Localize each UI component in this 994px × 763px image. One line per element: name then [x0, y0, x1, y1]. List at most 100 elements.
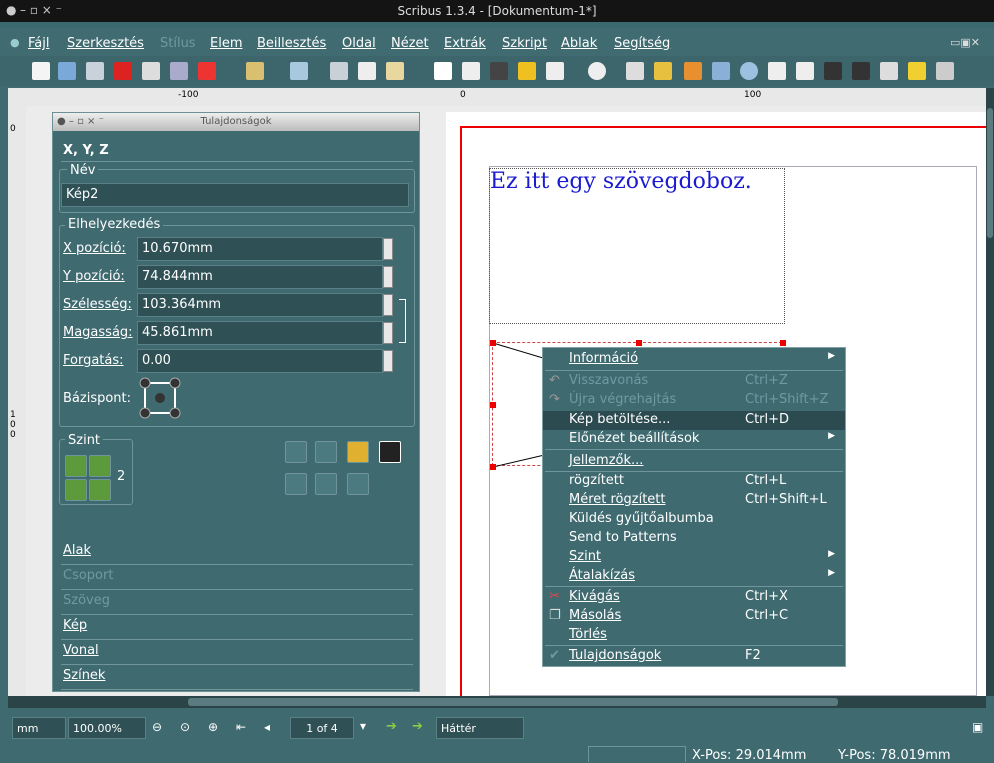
menu-insert[interactable]: Beillesztés — [257, 36, 326, 51]
menu-item[interactable]: Elem — [210, 36, 243, 51]
flip-vertical-icon[interactable] — [315, 473, 337, 495]
menu-item-cut[interactable]: ✂ Kivágás Ctrl+X — [543, 588, 845, 607]
menu-windows[interactable]: Ablak — [561, 36, 597, 51]
menu-item-preview-settings[interactable]: Előnézet beállítások ▶ — [543, 430, 845, 449]
page-select[interactable]: 1 of 4 — [290, 717, 354, 739]
properties-titlebar[interactable]: ● – ▫ × ⁻ Tulajdonságok — [53, 113, 419, 131]
close-document-icon[interactable] — [114, 62, 132, 80]
y-position-input[interactable]: 74.844mm — [137, 265, 383, 289]
zoom-out-icon[interactable]: ⊖ — [152, 720, 162, 734]
pdf-export-icon[interactable] — [198, 62, 216, 80]
cut-icon[interactable] — [330, 62, 348, 80]
menu-edit[interactable]: Szerkesztés — [67, 36, 144, 51]
scroll-thumb[interactable] — [188, 698, 838, 706]
vertical-scrollbar[interactable] — [986, 88, 994, 696]
image-frame-icon[interactable] — [490, 62, 508, 80]
eyedropper-icon[interactable] — [908, 62, 926, 80]
rotate-icon[interactable] — [712, 62, 730, 80]
section-group[interactable]: Csoport — [61, 564, 413, 590]
copy-properties-icon[interactable] — [880, 62, 898, 80]
resize-handle[interactable] — [780, 340, 786, 346]
zoom-icon[interactable] — [740, 62, 758, 80]
height-spinner[interactable] — [383, 322, 393, 344]
menu-item-send-to-patterns[interactable]: Send to Patterns — [543, 529, 845, 548]
layer-select[interactable]: Háttér — [436, 717, 524, 739]
resize-handle[interactable] — [636, 340, 642, 346]
menu-page[interactable]: Oldal — [342, 36, 376, 51]
vertical-ruler[interactable]: 0 100 — [8, 106, 27, 696]
menu-item-copy[interactable]: ❐ Másolás Ctrl+C — [543, 607, 845, 626]
menu-help[interactable]: Segítség — [614, 36, 670, 51]
flip-icon[interactable] — [285, 441, 307, 463]
horizontal-ruler[interactable]: -100 0 100 — [8, 88, 986, 107]
next-page-icon[interactable]: ➔ — [386, 719, 397, 734]
link-size-icon[interactable] — [399, 299, 406, 343]
unlink-frames-icon[interactable] — [824, 62, 842, 80]
menu-extras[interactable]: Extrák — [444, 36, 486, 51]
menu-view[interactable]: Nézet — [391, 36, 429, 51]
width-spinner[interactable] — [383, 294, 393, 316]
polygon-icon[interactable] — [588, 62, 606, 80]
paste-icon[interactable] — [386, 62, 404, 80]
menu-item-redo[interactable]: ↷ Újra végrehajtás Ctrl+Shift+Z — [543, 391, 845, 410]
last-page-icon[interactable]: ➔ — [412, 719, 423, 734]
save-icon[interactable] — [86, 62, 104, 80]
resize-handle[interactable] — [490, 340, 496, 346]
new-document-icon[interactable] — [32, 62, 50, 80]
section-line[interactable]: Vonal — [61, 639, 413, 665]
lower-level-icon[interactable] — [65, 479, 87, 501]
edit-content-icon[interactable] — [768, 62, 786, 80]
menu-item-attributes[interactable]: Jellemzők... — [543, 452, 845, 471]
section-image[interactable]: Kép — [61, 614, 413, 640]
line-icon[interactable] — [626, 62, 644, 80]
menu-script[interactable]: Szkript — [502, 36, 547, 51]
name-field[interactable]: Kép2 — [61, 183, 409, 207]
menu-item-send-to-scrapbook[interactable]: Küldés gyűjtőalbumba — [543, 510, 845, 529]
unit-select[interactable]: mm — [12, 717, 66, 739]
previous-page-icon[interactable]: ◂ — [264, 720, 270, 734]
pen-icon[interactable] — [936, 62, 954, 80]
resize-handle[interactable] — [490, 464, 496, 470]
section-shape[interactable]: Alak — [61, 539, 413, 565]
menu-file[interactable]: Fájl — [28, 36, 49, 51]
resize-handle[interactable] — [490, 402, 496, 408]
scroll-thumb[interactable] — [987, 108, 993, 238]
text-frame-icon[interactable] — [462, 62, 480, 80]
shape-icon[interactable] — [546, 62, 564, 80]
menu-item-undo[interactable]: ↶ Visszavonás Ctrl+Z — [543, 372, 845, 391]
xyz-header[interactable]: X, Y, Z — [63, 143, 109, 158]
monitor-icon[interactable]: ▣ — [972, 720, 983, 734]
copy-icon[interactable] — [358, 62, 376, 80]
zoom-100-icon[interactable]: ⊙ — [180, 720, 190, 734]
page-dropdown-icon[interactable]: ▾ — [360, 719, 366, 733]
measure-icon[interactable] — [852, 62, 870, 80]
link-frames-icon[interactable] — [796, 62, 814, 80]
first-page-icon[interactable]: ⇤ — [236, 720, 246, 734]
bezier-icon[interactable] — [654, 62, 672, 80]
menu-item-level[interactable]: Szint ▶ — [543, 548, 845, 567]
rotation-input[interactable]: 0.00 — [137, 349, 383, 373]
section-colors[interactable]: Színek — [61, 664, 413, 690]
flip-vertical-alt-icon[interactable] — [285, 473, 307, 495]
open-icon[interactable] — [58, 62, 76, 80]
section-text[interactable]: Szöveg — [61, 589, 413, 615]
menu-item-info[interactable]: Információ ▶ — [543, 350, 845, 369]
horizontal-scrollbar[interactable] — [8, 696, 986, 708]
undo-icon[interactable] — [246, 62, 264, 80]
menu-item-convert[interactable]: Átalakízás ▶ — [543, 567, 845, 586]
basepoint-selector[interactable] — [139, 377, 183, 419]
flip-horizontal-icon[interactable] — [315, 441, 337, 463]
menu-item-size-lock[interactable]: Méret rögzített Ctrl+Shift+L — [543, 491, 845, 510]
lock-icon[interactable] — [347, 441, 369, 463]
menu-item-properties[interactable]: ✔ Tulajdonságok F2 — [543, 647, 845, 666]
rotation-spinner[interactable] — [383, 350, 393, 372]
preflight-icon[interactable] — [170, 62, 188, 80]
x-position-spinner[interactable] — [383, 238, 393, 260]
redo-icon[interactable] — [290, 62, 308, 80]
menu-item-delete[interactable]: Törlés — [543, 626, 845, 645]
mdi-controls[interactable]: ▭▣✕ — [950, 36, 980, 49]
y-position-spinner[interactable] — [383, 266, 393, 288]
width-input[interactable]: 103.364mm — [137, 293, 383, 317]
raise-level-icon[interactable] — [65, 455, 87, 477]
x-position-input[interactable]: 10.670mm — [137, 237, 383, 261]
